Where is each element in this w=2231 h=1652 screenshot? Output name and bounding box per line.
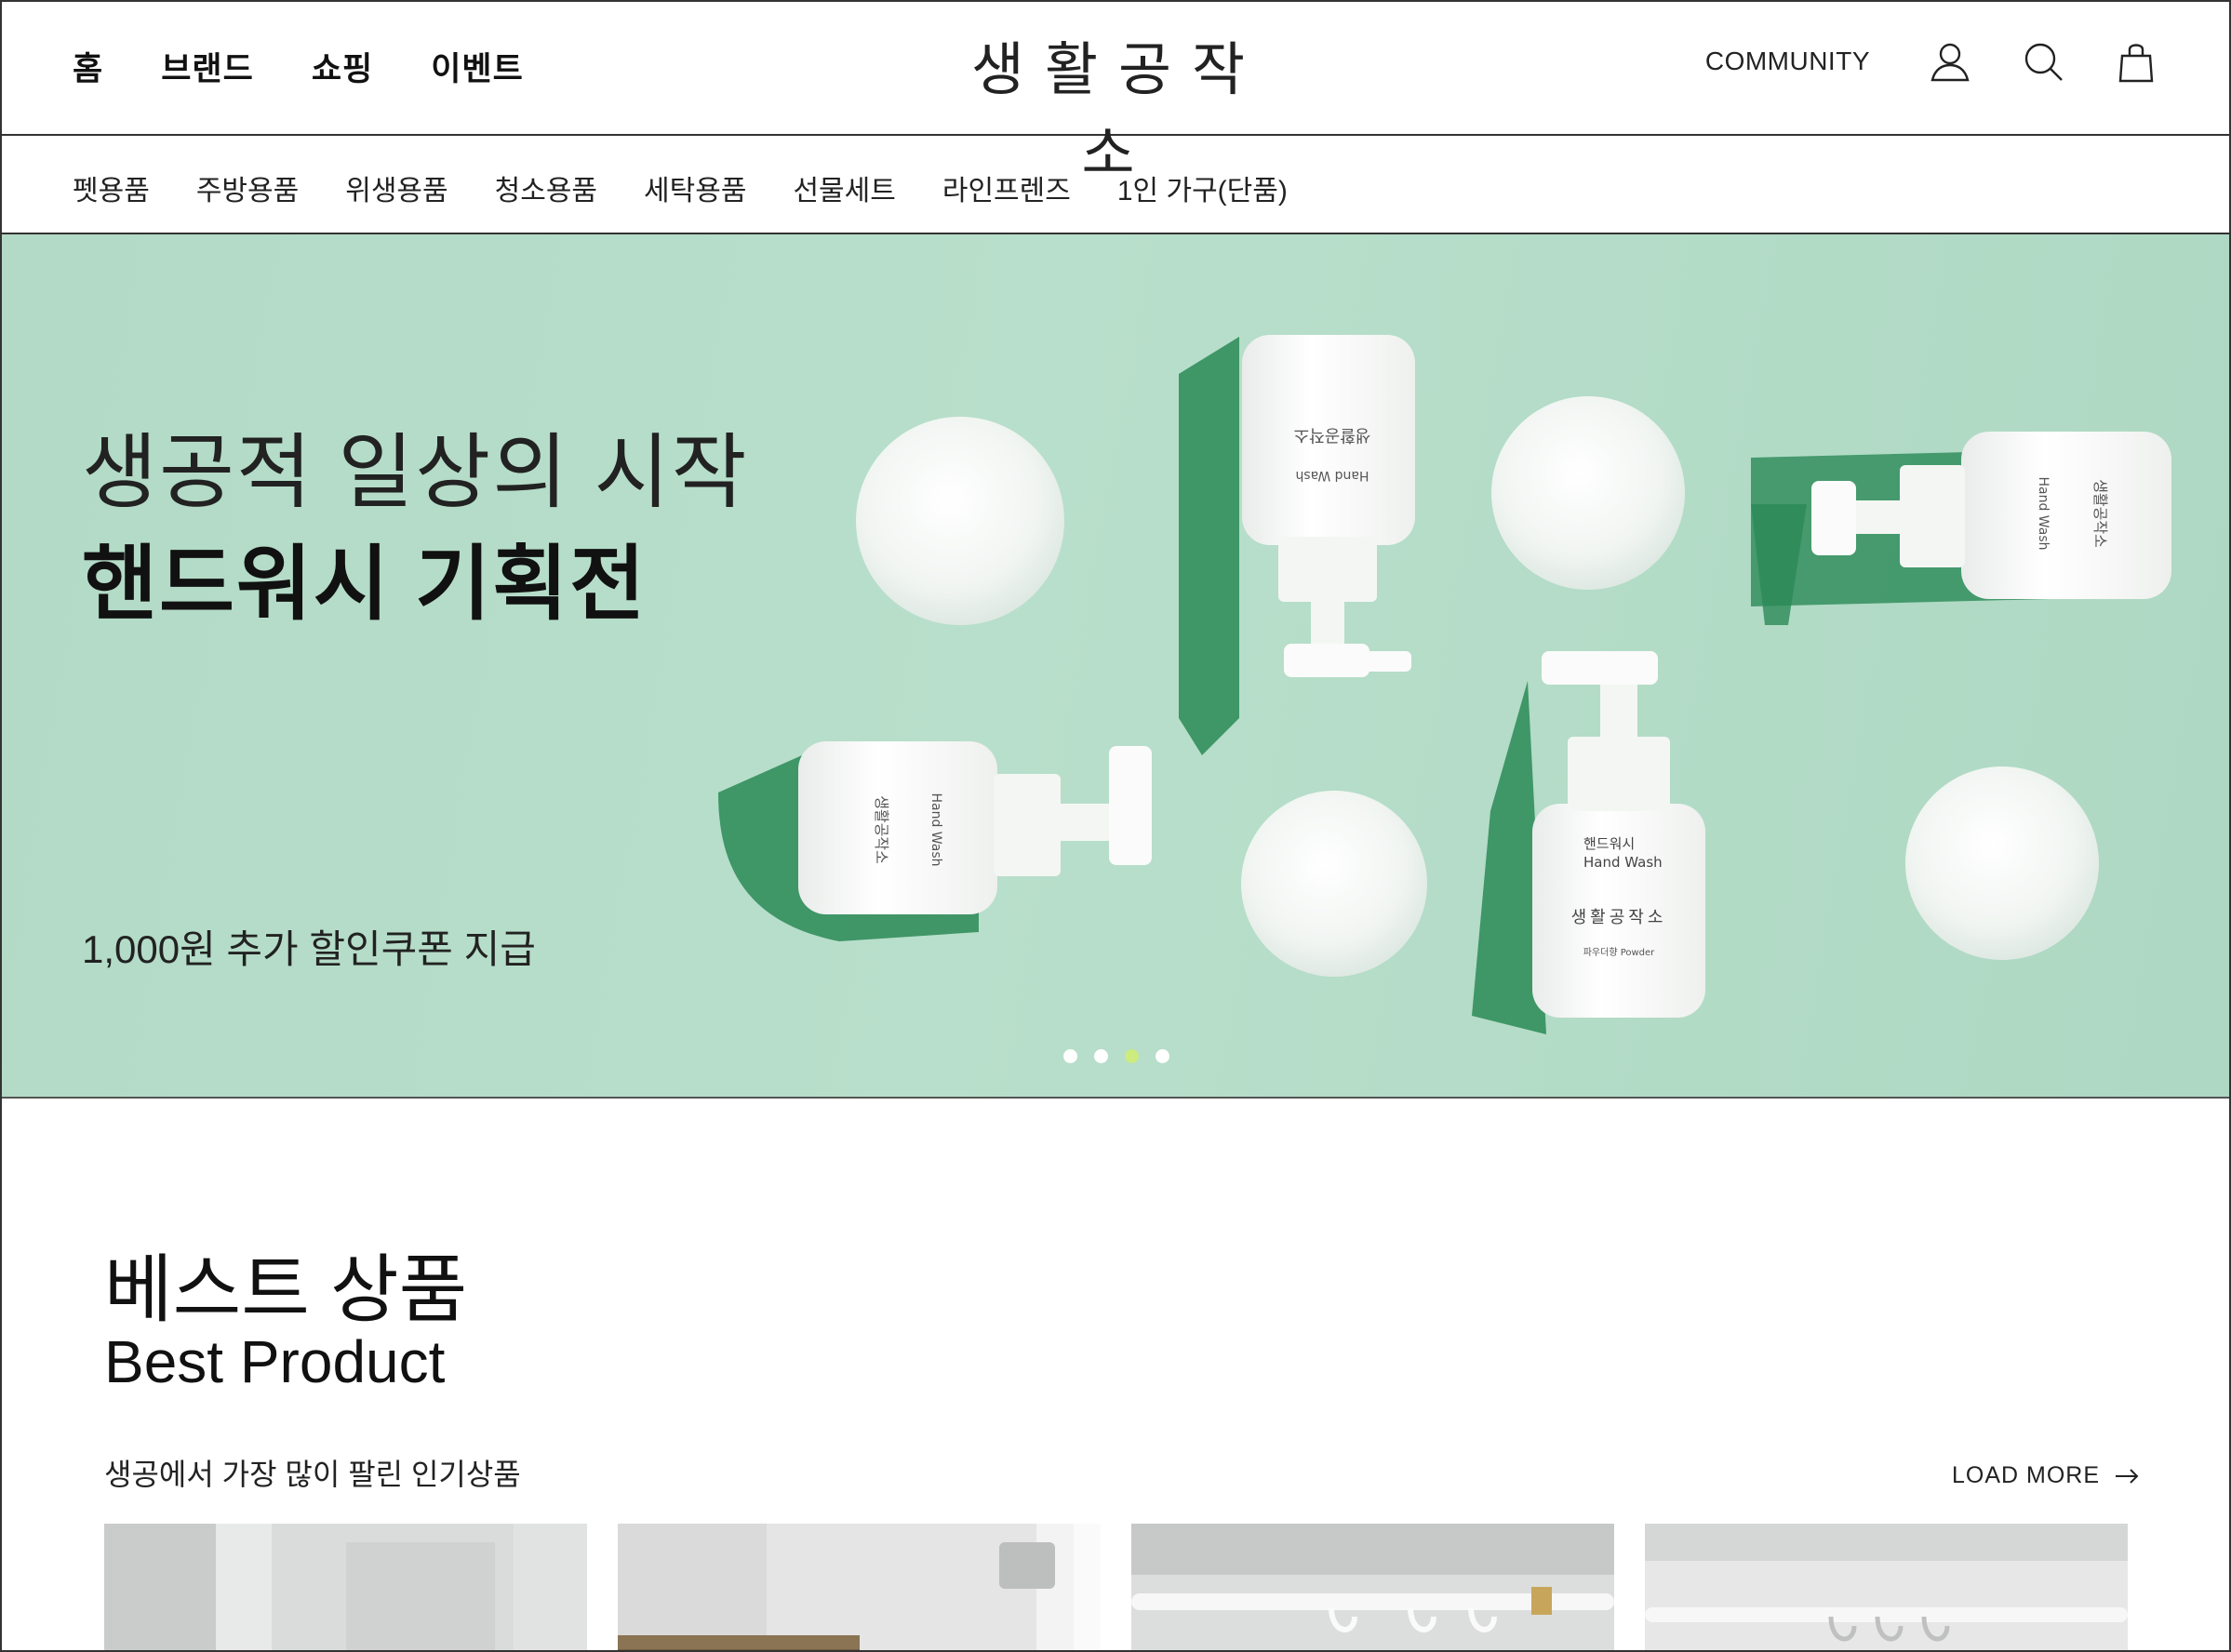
category-single-household[interactable]: 1인 가구(단품) [1117, 167, 1288, 208]
product-image [618, 1524, 1101, 1650]
category-cleaning[interactable]: 청소용품 [495, 167, 597, 208]
svg-text:Hand Wash: Hand Wash [928, 793, 943, 866]
category-laundry[interactable]: 세탁용품 [644, 167, 746, 208]
carousel-dot[interactable] [1156, 1049, 1169, 1063]
load-more-button[interactable]: LOAD MORE [1952, 1462, 2139, 1489]
foam-ball [856, 417, 1064, 625]
nav-brand[interactable]: 브랜드 [161, 43, 254, 90]
arrow-right-icon [2116, 1468, 2139, 1484]
best-title-en: Best Product [104, 1328, 446, 1395]
carousel-dots [1063, 1049, 1169, 1063]
community-link[interactable]: COMMUNITY [1705, 47, 1870, 76]
category-pet[interactable]: 펫용품 [73, 167, 150, 208]
load-more-label: LOAD MORE [1952, 1462, 2101, 1488]
foam-ball [1491, 396, 1685, 590]
site-header: 홈 브랜드 쇼핑 이벤트 생활공작소 COMMUNITY [2, 2, 2229, 187]
product-image [104, 1524, 587, 1650]
hero-subtitle: 생공적 일상의 시작 [82, 426, 749, 518]
best-title-ko: 베스트 상품 [104, 1248, 468, 1331]
product-image [1645, 1524, 2128, 1650]
main-nav: 홈 브랜드 쇼핑 이벤트 [73, 43, 524, 90]
nav-home[interactable]: 홈 [73, 43, 103, 90]
best-description: 생공에서 가장 많이 팔린 인기상품 [104, 1458, 521, 1491]
svg-text:생활공작소: 생활공작소 [1571, 908, 1667, 927]
hero-coupon-text: 1,000원 추가 할인쿠폰 지급 [82, 927, 536, 971]
page: 홈 브랜드 쇼핑 이벤트 생활공작소 COMMUNITY 펫용품 주방용품 위생… [0, 0, 2231, 1652]
svg-text:생활공작소: 생활공작소 [873, 795, 890, 864]
hero-banner[interactable]: 생활공작소 Hand Wash Hand Wash 생활공작소 Hand Was… [2, 234, 2229, 1099]
svg-text:Hand Wash: Hand Wash [1295, 468, 1369, 483]
carousel-dot[interactable] [1063, 1049, 1077, 1063]
svg-text:생활공작소: 생활공작소 [2091, 479, 2109, 548]
category-kitchen[interactable]: 주방용품 [196, 167, 299, 208]
bottle-right: Hand Wash 생활공작소 [1751, 432, 2171, 625]
carousel-dot[interactable] [1094, 1049, 1108, 1063]
svg-text:Hand Wash: Hand Wash [1583, 854, 1663, 871]
user-icon[interactable] [1928, 39, 1972, 84]
product-list [104, 1524, 2128, 1650]
shopping-bag-icon[interactable] [2114, 39, 2158, 84]
category-nav: 펫용품 주방용품 위생용품 청소용품 세탁용품 선물세트 라인프렌즈 1인 가구… [2, 136, 2229, 234]
svg-text:핸드워시: 핸드워시 [1583, 835, 1635, 852]
bottle-bottom: 핸드워시 Hand Wash 생활공작소 파우더향 Powder [1472, 651, 1705, 1034]
header-actions: COMMUNITY [1705, 39, 2158, 84]
bottle-left: Hand Wash 생활공작소 [718, 741, 1152, 941]
nav-event[interactable]: 이벤트 [431, 43, 524, 90]
svg-text:생활공작소: 생활공작소 [1294, 425, 1371, 445]
carousel-dot[interactable] [1125, 1049, 1139, 1063]
site-logo[interactable]: 생활공작소 [942, 28, 1295, 187]
foam-ball [1905, 766, 2099, 960]
product-card[interactable] [618, 1524, 1101, 1650]
bottle-top: 생활공작소 Hand Wash [1179, 335, 1415, 755]
nav-shopping[interactable]: 쇼핑 [312, 43, 373, 90]
foam-ball [1241, 791, 1427, 977]
category-hygiene[interactable]: 위생용품 [345, 167, 448, 208]
category-gift-set[interactable]: 선물세트 [793, 167, 895, 208]
search-icon[interactable] [2021, 39, 2065, 84]
svg-text:Hand Wash: Hand Wash [2036, 476, 2051, 550]
svg-text:파우더향 Powder: 파우더향 Powder [1583, 947, 1655, 958]
product-card[interactable] [1645, 1524, 2128, 1650]
product-card[interactable] [104, 1524, 587, 1650]
product-card[interactable] [1131, 1524, 1614, 1650]
product-image [1131, 1524, 1614, 1650]
hero-title: 핸드워시 기획전 [82, 538, 648, 630]
category-line-friends[interactable]: 라인프렌즈 [942, 167, 1071, 208]
